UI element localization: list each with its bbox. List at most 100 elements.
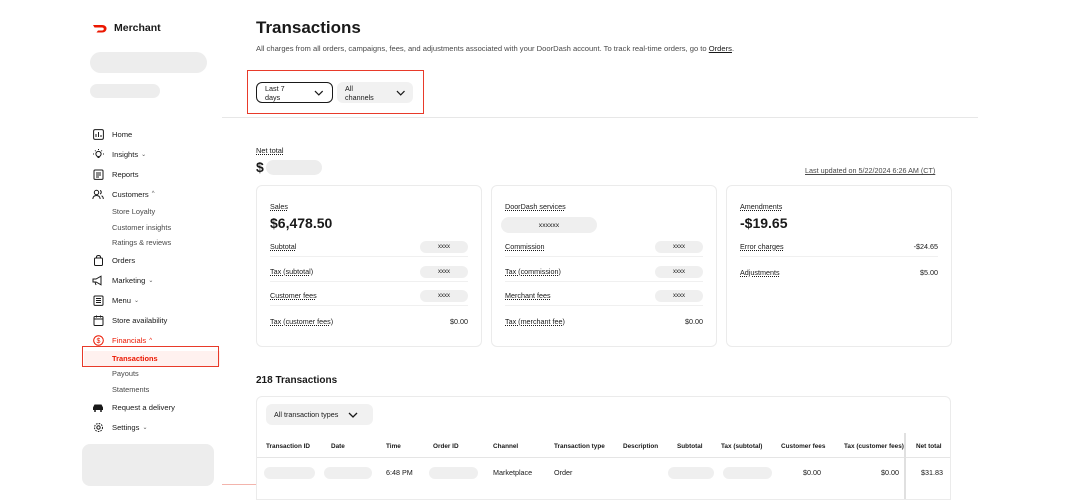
net-total-currency: $	[256, 159, 264, 175]
dollar-icon: $	[92, 335, 104, 347]
amendments-row-adjustments: Adjustments $5.00	[740, 262, 938, 282]
sidebar-item-label: Home	[112, 129, 133, 139]
sales-row-subtotal: Subtotal xxxx	[270, 237, 468, 257]
amendments-label[interactable]: Amendments	[740, 202, 782, 211]
sidebar-subitem-ratings-reviews[interactable]: Ratings & reviews	[92, 235, 222, 251]
chevron-down-icon	[314, 90, 324, 96]
order-id-placeholder[interactable]	[429, 467, 478, 479]
sidebar-item-request-delivery[interactable]: Request a delivery	[92, 397, 222, 417]
store-selector-placeholder[interactable]	[90, 52, 207, 73]
doordash-logo-icon	[92, 22, 108, 34]
lightbulb-icon	[92, 148, 104, 160]
column-header-tax-subtotal[interactable]: Tax (subtotal)	[721, 443, 762, 450]
net-total-placeholder	[266, 160, 322, 175]
tax-subtotal-placeholder	[723, 467, 772, 479]
row-label[interactable]: Tax (subtotal)	[270, 267, 313, 276]
net-total-label[interactable]: Net total	[256, 146, 284, 155]
row-label[interactable]: Commission	[505, 242, 545, 251]
date-placeholder	[324, 467, 372, 479]
gear-icon	[92, 421, 104, 433]
cell-tax-customer-fees: $0.00	[881, 468, 899, 477]
last-updated: Last updated on 5/22/2024 6:26 AM (CT)	[805, 166, 936, 175]
chevron-up-icon: ^	[151, 191, 155, 197]
sales-label[interactable]: Sales	[270, 202, 288, 211]
transaction-type-value: All transaction types	[274, 410, 339, 419]
services-row-tax-commission: Tax (commission) xxxx	[505, 262, 703, 282]
sales-row-customer-fees: Customer fees xxxx	[270, 286, 468, 306]
transaction-id-placeholder[interactable]	[264, 467, 315, 479]
sidebar-item-label: Financials	[112, 336, 147, 345]
doordash-services-card: DoorDash services xxxxxx Commission xxxx …	[491, 185, 717, 347]
orders-link[interactable]: Orders	[709, 44, 732, 53]
row-value: xxxx	[420, 240, 468, 253]
row-value: xxxx	[420, 289, 468, 302]
row-value: $5.00	[920, 267, 938, 277]
column-header-description[interactable]: Description	[623, 443, 658, 450]
cell-customer-fees: $0.00	[803, 468, 821, 477]
sidebar-item-label: Request a delivery	[112, 402, 175, 412]
sidebar-item-menu[interactable]: Menu ⌄	[92, 291, 222, 311]
sidebar-item-label: Insights	[112, 149, 139, 159]
brand[interactable]: Merchant	[92, 22, 161, 34]
row-label[interactable]: Tax (merchant fee)	[505, 317, 565, 326]
channel-value: All channels	[345, 83, 374, 102]
column-header-date[interactable]: Date	[331, 443, 345, 450]
services-label[interactable]: DoorDash services	[505, 202, 566, 211]
column-header-transaction-type[interactable]: Transaction type	[554, 443, 605, 450]
date-range-dropdown[interactable]: Last 7 days	[256, 82, 333, 103]
row-label[interactable]: Subtotal	[270, 242, 296, 251]
column-header-net-total[interactable]: Net total	[916, 443, 942, 450]
sidebar-item-orders[interactable]: Orders	[92, 251, 222, 271]
subtotal-placeholder	[668, 467, 714, 479]
sidebar-item-reports[interactable]: Reports	[92, 164, 222, 184]
sales-row-tax-subtotal: Tax (subtotal) xxxx	[270, 262, 468, 282]
amendments-card: Amendments -$19.65 Error charges -$24.65 …	[726, 185, 952, 347]
sidebar-item-label: Store availability	[112, 316, 168, 325]
sidebar-item-store-availability[interactable]: Store availability	[92, 311, 222, 331]
column-header-tax-customer-fees[interactable]: Tax (customer fees)	[844, 443, 904, 450]
column-header-customer-fees[interactable]: Customer fees	[781, 443, 825, 450]
sidebar-item-label: Settings	[112, 422, 140, 432]
channel-dropdown[interactable]: All channels	[337, 82, 413, 103]
page-description: All charges from all orders, campaigns, …	[256, 44, 734, 53]
sidebar-subitem-payouts[interactable]: Payouts	[92, 366, 222, 382]
chevron-down-icon: ⌄	[148, 278, 154, 284]
row-label[interactable]: Customer fees	[270, 291, 317, 300]
sidebar-subitem-store-loyalty[interactable]: Store Loyalty	[92, 204, 222, 220]
header-divider	[222, 117, 978, 118]
chevron-down-icon: ⌄	[141, 151, 147, 158]
account-placeholder[interactable]	[82, 444, 214, 486]
row-label[interactable]: Tax (commission)	[505, 267, 561, 276]
calendar-icon	[92, 315, 104, 327]
services-row-commission: Commission xxxx	[505, 237, 703, 257]
row-label[interactable]: Tax (customer fees)	[270, 317, 333, 326]
column-header-transaction-id[interactable]: Transaction ID	[266, 443, 310, 450]
sidebar-item-label: Reports	[112, 169, 139, 179]
row-label[interactable]: Adjustments	[740, 268, 780, 277]
sidebar-item-settings[interactable]: Settings ⌄	[92, 417, 222, 437]
row-label[interactable]: Merchant fees	[505, 291, 551, 300]
sidebar-item-insights[interactable]: Insights ⌄	[92, 144, 222, 164]
sidebar-item-customers[interactable]: Customers ^	[92, 184, 222, 204]
sales-value: $6,478.50	[270, 215, 333, 231]
column-header-channel[interactable]: Channel	[493, 443, 518, 450]
sidebar: Merchant Home Insights ⌄ Reports Custome…	[0, 0, 222, 500]
cell-transaction-type: Order	[554, 468, 573, 477]
sidebar-item-marketing[interactable]: Marketing ⌄	[92, 271, 222, 291]
sidebar-nav: Home Insights ⌄ Reports Customers ^ Stor…	[84, 124, 222, 437]
svg-text:$: $	[96, 338, 100, 345]
sidebar-subitem-customer-insights[interactable]: Customer insights	[92, 220, 222, 236]
chevron-down-icon	[348, 412, 358, 418]
transaction-type-dropdown[interactable]: All transaction types	[266, 404, 373, 425]
column-header-order-id[interactable]: Order ID	[433, 443, 459, 450]
transactions-highlight-box	[82, 346, 219, 367]
row-label[interactable]: Error charges	[740, 242, 784, 251]
menu-icon	[92, 295, 104, 307]
sidebar-item-home[interactable]: Home	[92, 124, 222, 144]
row-value: xxxx	[655, 265, 703, 278]
sidebar-subitem-statements[interactable]: Statements	[92, 382, 222, 398]
column-header-subtotal[interactable]: Subtotal	[677, 443, 703, 450]
chart-icon	[92, 128, 104, 140]
column-header-time[interactable]: Time	[386, 443, 401, 450]
cell-net-total: $31.83	[921, 468, 943, 477]
